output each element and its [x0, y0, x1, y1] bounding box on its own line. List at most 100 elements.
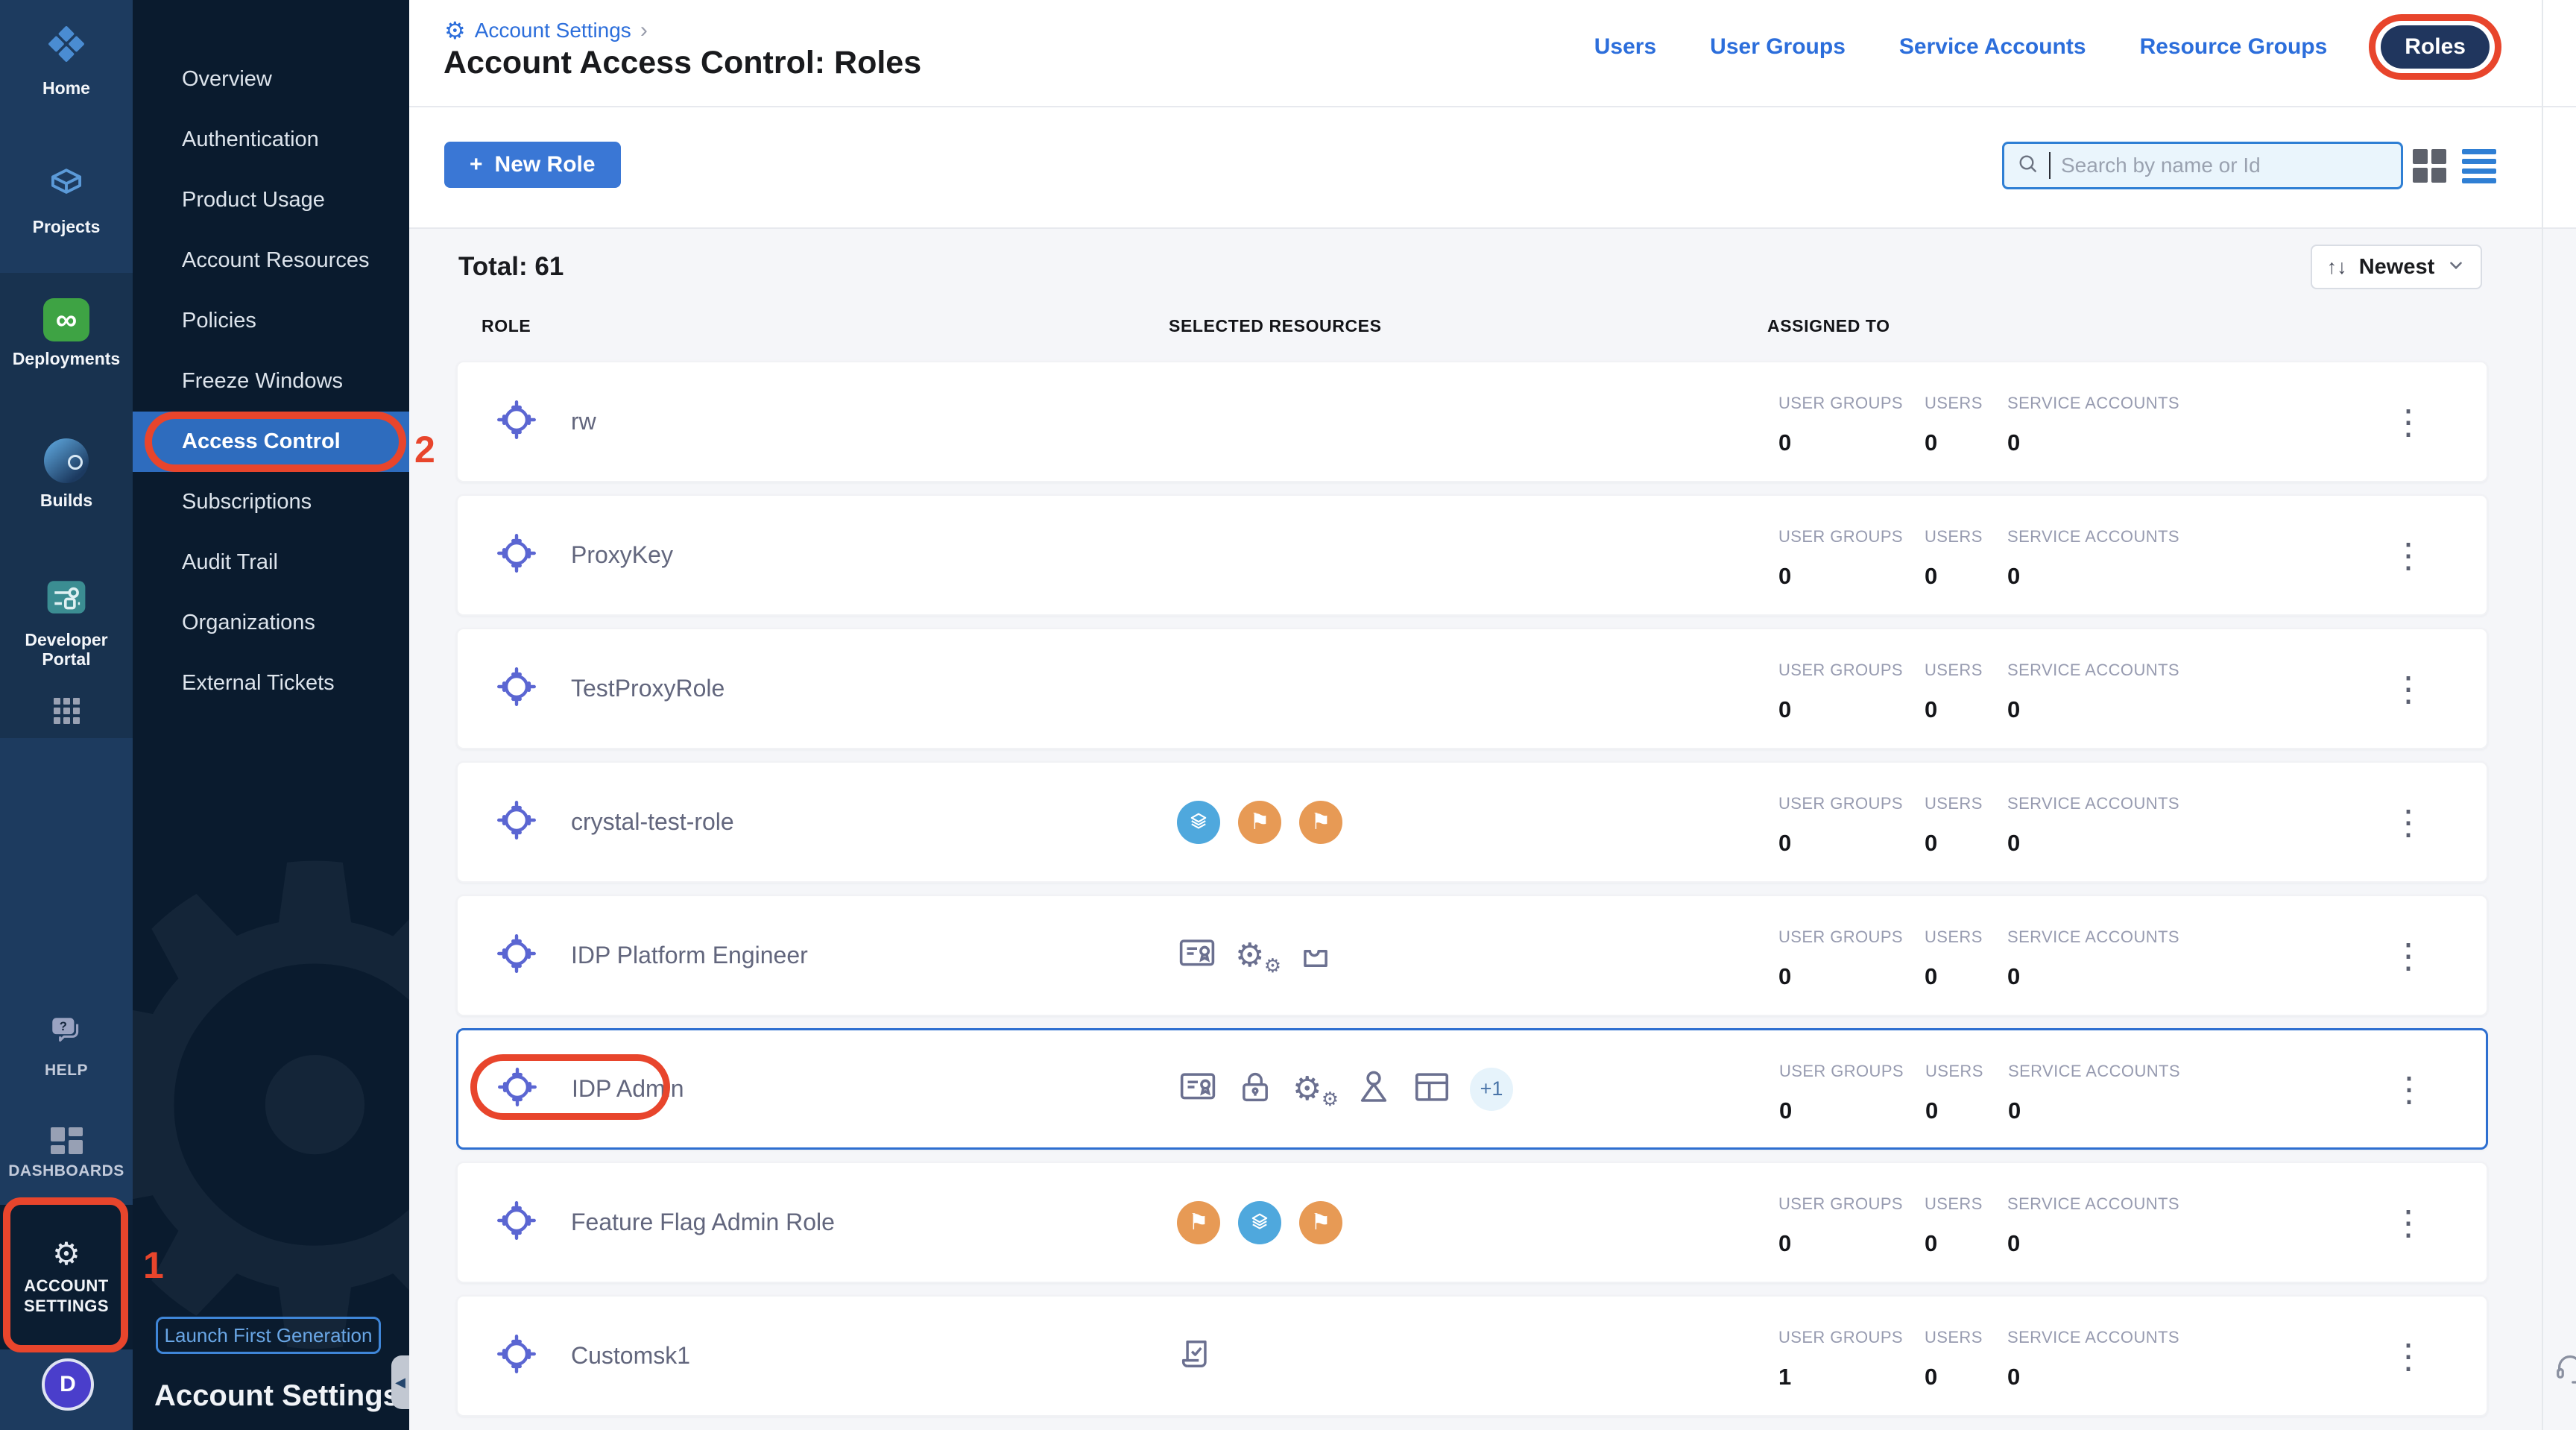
sort-selected-value: Newest [2359, 255, 2435, 280]
role-name[interactable]: IDP Platform Engineer [571, 942, 808, 969]
support-headset-icon[interactable] [2553, 1351, 2576, 1389]
nav-projects-label: Projects [33, 217, 101, 236]
new-role-button[interactable]: + New Role [444, 142, 621, 188]
main-content: ⚙ Account Settings › Account Access Cont… [409, 0, 2576, 1430]
sidebar-collapse-button[interactable]: ◀ [391, 1355, 409, 1409]
launch-first-generation-button[interactable]: Launch First Generation [156, 1317, 381, 1354]
developer-portal-icon [42, 576, 91, 623]
sidebar-item-external-tickets[interactable]: External Tickets [133, 653, 409, 714]
role-name[interactable]: Customsk1 [571, 1342, 690, 1370]
tab-users[interactable]: Users [1594, 34, 1656, 60]
resource-governance-icon [1177, 1335, 1216, 1377]
sort-dropdown[interactable]: ↑↓ Newest [2311, 245, 2482, 289]
role-name[interactable]: ProxyKey [571, 541, 673, 569]
sidebar-item-audit-trail[interactable]: Audit Trail [133, 532, 409, 593]
role-row-idp-platform-engineer[interactable]: IDP Platform Engineer ⚙⚙ USER GROUPS0 US… [456, 895, 2488, 1016]
role-name[interactable]: rw [571, 408, 596, 435]
row-menu-button[interactable]: ⋮ [2384, 669, 2433, 709]
tab-resource-groups[interactable]: Resource Groups [2140, 34, 2328, 60]
sort-arrows-icon: ↑↓ [2327, 256, 2347, 279]
plus-icon: + [470, 152, 483, 177]
roles-list: rw USER GROUPS0 USERS0 SERVICE ACCOUNTS0… [456, 361, 2488, 1429]
nav-home-label: Home [42, 78, 90, 98]
nav-developer-portal[interactable]: Developer Portal [0, 576, 133, 669]
grid-view-button[interactable] [2413, 149, 2446, 183]
chevron-down-icon [2446, 256, 2466, 279]
sidebar-item-account-resources[interactable]: Account Resources [133, 230, 409, 291]
search-icon [2016, 152, 2040, 180]
role-crosshair-icon [493, 930, 540, 980]
tab-service-accounts[interactable]: Service Accounts [1899, 34, 2086, 60]
row-menu-button[interactable]: ⋮ [2384, 802, 2433, 842]
sidebar-item-freeze-windows[interactable]: Freeze Windows [133, 351, 409, 412]
page-title: Account Access Control: Roles [443, 45, 921, 81]
resource-feature-flags-icon: ⚑ [1299, 1201, 1342, 1244]
row-menu-button[interactable]: ⋮ [2384, 535, 2433, 576]
role-row-testproxyrole[interactable]: TestProxyRole USER GROUPS0 USERS0 SERVIC… [456, 628, 2488, 749]
breadcrumb-account-settings-link[interactable]: Account Settings [475, 19, 631, 42]
help-chat-icon: ? [46, 1012, 86, 1053]
access-control-tabs: Users User Groups Service Accounts Resou… [1594, 25, 2490, 69]
toolbar: + New Role [409, 107, 2576, 229]
sidebar-item-subscriptions[interactable]: Subscriptions [133, 472, 409, 532]
page-header: ⚙ Account Settings › Account Access Cont… [409, 0, 2576, 107]
builds-icon [44, 438, 89, 483]
role-crosshair-icon [493, 1197, 540, 1247]
harness-logo-icon [43, 21, 89, 71]
row-menu-button[interactable]: ⋮ [2384, 402, 2433, 442]
role-name[interactable]: crystal-test-role [571, 808, 734, 836]
annotation-step-2: 2 [414, 428, 435, 471]
resource-feature-flags-icon: ⚑ [1238, 801, 1281, 844]
resource-users-icon [1354, 1067, 1394, 1111]
nav-home[interactable]: Home [0, 21, 133, 98]
nav-help-label: HELP [45, 1061, 88, 1080]
column-header-role: ROLE [482, 316, 531, 336]
nav-deployments[interactable]: ∞ Deployments [0, 298, 133, 368]
dashboards-icon [51, 1127, 83, 1154]
role-name[interactable]: IDP Admin [572, 1075, 684, 1103]
role-row-feature-flag-admin-role[interactable]: Feature Flag Admin Role ⚑ ⚑ USER GROUPS0… [456, 1162, 2488, 1283]
role-name[interactable]: TestProxyRole [571, 675, 724, 702]
role-row-idp-admin[interactable]: IDP Admin ⚙⚙ +1 USER GROUPS0 USERS0 SERV… [456, 1028, 2488, 1150]
resource-overflow-badge[interactable]: +1 [1470, 1068, 1513, 1111]
role-name[interactable]: Feature Flag Admin Role [571, 1209, 835, 1236]
role-row-crystal-test-role[interactable]: crystal-test-role ⚑ ⚑ USER GROUPS0 USERS… [456, 761, 2488, 883]
row-menu-button[interactable]: ⋮ [2384, 1069, 2434, 1109]
svg-text:?: ? [60, 1019, 67, 1033]
resource-environments-icon [1177, 801, 1220, 844]
row-menu-button[interactable]: ⋮ [2384, 936, 2433, 976]
role-row-customsk1[interactable]: Customsk1 USER GROUPS1 USERS0 SERVICE AC… [456, 1295, 2488, 1417]
column-header-selected-resources: SELECTED RESOURCES [1169, 316, 1382, 336]
tab-roles[interactable]: Roles [2381, 25, 2490, 69]
sidebar-item-access-control[interactable]: Access Control [133, 412, 409, 472]
resource-certificates-icon [1178, 1067, 1218, 1111]
module-nav-rail: Home Projects ∞ Deployments Builds Devel… [0, 0, 133, 1430]
role-row-proxykey[interactable]: ProxyKey USER GROUPS0 USERS0 SERVICE ACC… [456, 494, 2488, 616]
module-selector-button[interactable] [0, 698, 133, 724]
nav-dashboards[interactable]: DASHBOARDS [0, 1127, 133, 1181]
row-menu-button[interactable]: ⋮ [2384, 1336, 2433, 1376]
role-crosshair-icon [493, 797, 540, 847]
right-gutter-divider [2542, 0, 2543, 1430]
deployments-icon: ∞ [43, 298, 89, 341]
app-window: Home Projects ∞ Deployments Builds Devel… [0, 0, 2576, 1430]
sidebar-item-organizations[interactable]: Organizations [133, 593, 409, 653]
sidebar-item-policies[interactable]: Policies [133, 291, 409, 351]
nav-builds[interactable]: Builds [0, 438, 133, 510]
infinity-glyph: ∞ [56, 303, 78, 337]
search-input[interactable] [2059, 153, 2389, 178]
nav-projects[interactable]: Projects [0, 160, 133, 236]
total-count: Total: 61 [458, 252, 564, 282]
search-box[interactable] [2002, 142, 2403, 189]
sidebar-item-overview[interactable]: Overview [133, 49, 409, 110]
sidebar-item-product-usage[interactable]: Product Usage [133, 170, 409, 230]
settings-menu: Overview Authentication Product Usage Ac… [133, 49, 409, 714]
row-menu-button[interactable]: ⋮ [2384, 1203, 2433, 1243]
user-avatar[interactable]: D [42, 1358, 94, 1411]
nav-help[interactable]: ? HELP [0, 1012, 133, 1080]
tab-user-groups[interactable]: User Groups [1710, 34, 1846, 60]
list-view-button[interactable] [2462, 149, 2496, 183]
role-row-rw[interactable]: rw USER GROUPS0 USERS0 SERVICE ACCOUNTS0… [456, 361, 2488, 482]
resource-secrets-lock-icon [1236, 1068, 1275, 1110]
sidebar-item-authentication[interactable]: Authentication [133, 110, 409, 170]
